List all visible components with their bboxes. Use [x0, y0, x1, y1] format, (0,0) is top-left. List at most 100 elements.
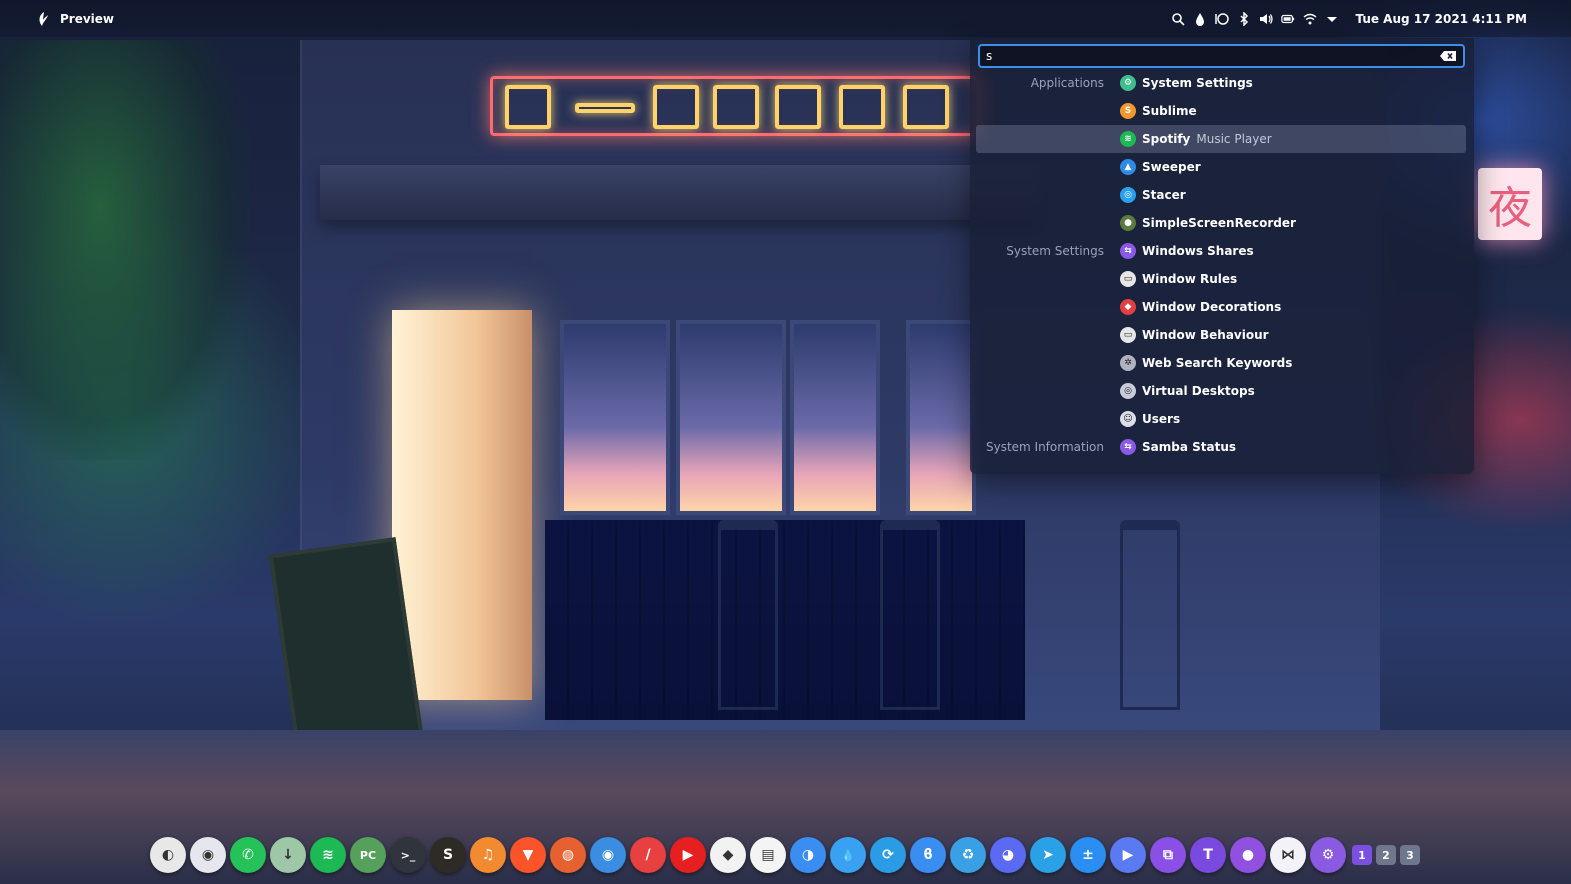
result-row[interactable]: ◎ Stacer	[976, 181, 1466, 209]
wallpaper-door	[392, 310, 532, 700]
result-row[interactable]: ▭ Window Rules	[976, 265, 1466, 293]
firefox-icon[interactable]: ◍	[550, 837, 586, 873]
result-row[interactable]: System Information ⇆ Samba Status	[976, 433, 1466, 461]
recorder-icon: ●	[1120, 215, 1136, 231]
volume-icon[interactable]	[1259, 12, 1274, 26]
wallpaper-stool	[718, 520, 778, 710]
search-icon[interactable]	[1171, 12, 1186, 26]
system-tray: Tue Aug 17 2021 4:11 PM	[1171, 0, 1527, 37]
spotify-icon[interactable]: ≋	[310, 837, 346, 873]
discord-icon[interactable]: ◕	[990, 837, 1026, 873]
calendar-icon[interactable]: ▤	[750, 837, 786, 873]
result-title-text: Spotify	[1142, 132, 1191, 146]
wallpaper-window	[676, 320, 786, 515]
result-title-text: Window Rules	[1142, 272, 1238, 286]
download-icon[interactable]: ↓	[270, 837, 306, 873]
app-menu[interactable]: Preview	[36, 11, 114, 27]
result-title: Window Rules	[1142, 272, 1237, 286]
result-title: Stacer	[1142, 188, 1186, 202]
dock: ◐ ◉ ✆ ↓ ≋ PC >_ S ♫ ▼ ◍ ◉ / ▶ ◆ ▤ ◑ 💧 ⟳ ϐ ♻ ◕ ➤ ± ▶ ⧉ T ● ⋈ ⚙ 1 2 3	[150, 836, 1420, 874]
desktop-pager: 123	[1352, 845, 1420, 865]
result-row[interactable]: ◎ Virtual Desktops	[976, 377, 1466, 405]
recycle-icon[interactable]: ♻	[950, 837, 986, 873]
search-input[interactable]	[986, 49, 1439, 63]
arrow-down-icon[interactable]	[1325, 12, 1339, 26]
finder-icon[interactable]: ◑	[790, 837, 826, 873]
web-search-icon: ✲	[1120, 355, 1136, 371]
wallpaper-plants	[0, 40, 250, 460]
clear-search-button[interactable]	[1439, 49, 1457, 63]
wallpaper-counter	[545, 520, 1025, 720]
result-row[interactable]: S Sublime	[976, 97, 1466, 125]
top-panel: Preview Tue Aug 17 2021 4:11 PM	[0, 0, 1571, 37]
wifi-icon[interactable]	[1303, 12, 1317, 26]
neon-glyph	[653, 85, 699, 129]
feather-icon[interactable]: ϐ	[910, 837, 946, 873]
github-icon[interactable]: ●	[1230, 837, 1266, 873]
neon-glyph	[839, 85, 885, 129]
result-title-text: Window Decorations	[1142, 300, 1282, 314]
bluetooth-icon[interactable]	[1237, 11, 1251, 26]
result-row[interactable]: ◆ Window Decorations	[976, 293, 1466, 321]
youtube-icon[interactable]: ▶	[670, 837, 706, 873]
result-title-text: Samba Status	[1142, 440, 1237, 454]
result-title: Web Search Keywords	[1142, 356, 1292, 370]
shares-icon: ⇆	[1120, 243, 1136, 259]
calculator-icon[interactable]: ±	[1070, 837, 1106, 873]
terminal-icon[interactable]: >_	[390, 837, 426, 873]
result-title: Users	[1142, 412, 1180, 426]
color-picker-icon[interactable]: ◉	[190, 837, 226, 873]
sublime-icon[interactable]: S	[430, 837, 466, 873]
launcher-panel: Applications ⚙ System Settings S Sublime ≋ Spo…	[970, 38, 1474, 474]
vscode-icon[interactable]: ⋈	[1270, 837, 1306, 873]
pycharm-icon[interactable]: PC	[350, 837, 386, 873]
battery-icon[interactable]	[1281, 12, 1295, 26]
result-row[interactable]: ✲ Web Search Keywords	[976, 349, 1466, 377]
wallpaper-window	[560, 320, 670, 515]
circle-icon[interactable]	[1215, 12, 1230, 26]
neon-glyph	[775, 85, 821, 129]
stacer-icon: ◎	[1120, 187, 1136, 203]
samba-icon: ⇆	[1120, 439, 1136, 455]
sync-icon[interactable]: ⟳	[870, 837, 906, 873]
result-row[interactable]: Applications ⚙ System Settings	[976, 69, 1466, 97]
result-row[interactable]: ▲ Sweeper	[976, 153, 1466, 181]
telegram-icon[interactable]: ➤	[1030, 837, 1066, 873]
result-row[interactable]: ≋ Spotify Music Player	[976, 125, 1466, 153]
dropper-icon[interactable]	[1193, 12, 1207, 26]
drop-icon[interactable]: 💧	[830, 837, 866, 873]
pager-desktop-2[interactable]: 2	[1376, 845, 1396, 865]
clock[interactable]: Tue Aug 17 2021 4:11 PM	[1355, 12, 1527, 26]
pager-desktop-3[interactable]: 3	[1400, 845, 1420, 865]
result-row[interactable]: ▭ Window Behaviour	[976, 321, 1466, 349]
ruby-icon[interactable]: ◆	[710, 837, 746, 873]
result-title: Sweeper	[1142, 160, 1201, 174]
trello-icon[interactable]: T	[1190, 837, 1226, 873]
settings-dock-icon[interactable]: ⚙	[1310, 837, 1346, 873]
result-row[interactable]: ☺ Users	[976, 405, 1466, 433]
wallpaper-night-sign: 夜	[1478, 168, 1542, 240]
result-title: Windows Shares	[1142, 244, 1254, 258]
virtual-desktops-icon: ◎	[1120, 383, 1136, 399]
search-box[interactable]	[978, 44, 1465, 68]
chrome-icon[interactable]: ◉	[590, 837, 626, 873]
whatsapp-icon[interactable]: ✆	[230, 837, 266, 873]
headphones-icon[interactable]: ♫	[470, 837, 506, 873]
brave-icon[interactable]: ▼	[510, 837, 546, 873]
result-title-text: Windows Shares	[1142, 244, 1254, 258]
pen-icon[interactable]: /	[630, 837, 666, 873]
result-title: Spotify Music Player	[1142, 132, 1272, 146]
result-row[interactable]: System Settings ⇆ Windows Shares	[976, 237, 1466, 265]
toggle-icon[interactable]: ◐	[150, 837, 186, 873]
settings-icon: ⚙	[1120, 75, 1136, 91]
result-title-text: Web Search Keywords	[1142, 356, 1293, 370]
leaf-icon	[36, 11, 50, 27]
result-row[interactable]: ● SimpleScreenRecorder	[976, 209, 1466, 237]
play-icon[interactable]: ▶	[1110, 837, 1146, 873]
wallpaper-chalkboard	[268, 537, 424, 753]
neon-glyph	[505, 85, 551, 129]
crop-icon[interactable]: ⧉	[1150, 837, 1186, 873]
window-behaviour-icon: ▭	[1120, 327, 1136, 343]
pager-desktop-1[interactable]: 1	[1352, 845, 1372, 865]
sublime-icon: S	[1120, 103, 1136, 119]
